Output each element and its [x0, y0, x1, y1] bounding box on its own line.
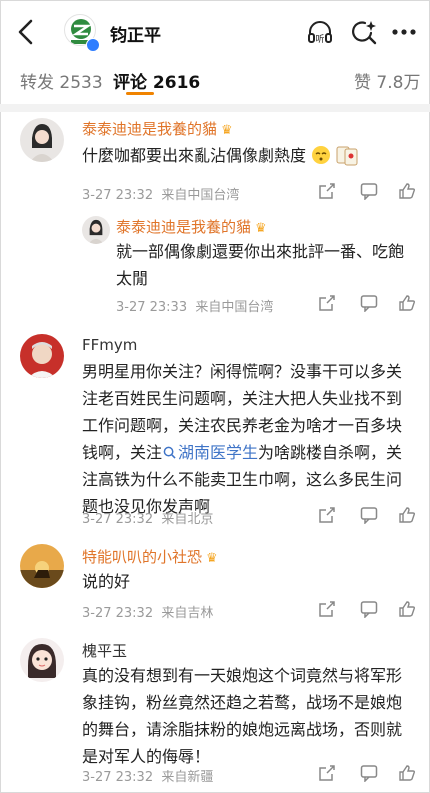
tab-likes[interactable]: 赞 7.8万 [354, 68, 420, 93]
like-icon[interactable] [398, 506, 416, 524]
listen-icon[interactable]: 听 [306, 18, 334, 46]
ai-search-icon[interactable] [350, 18, 378, 46]
tab-bar: 转发 2533 评论 2616 赞 7.8万 [0, 64, 430, 98]
crown-badge-icon: ♛ [206, 551, 218, 566]
reply-commenter-name[interactable]: 泰泰迪迪是我養的貓 ♛ [116, 216, 267, 237]
reply-meta: 3-27 23:33 来自中国台湾 [116, 300, 274, 315]
crown-badge-icon: ♛ [221, 123, 233, 138]
reply-icon[interactable] [360, 294, 378, 312]
comment-meta: 3-27 23:32 来自新疆 [82, 770, 214, 785]
comment-actions [318, 600, 418, 620]
share-icon[interactable] [318, 506, 336, 524]
commenter-name[interactable]: 泰泰迪迪是我養的貓 ♛ [82, 118, 233, 139]
reply-icon[interactable] [360, 764, 378, 782]
page-title: 钧正平 [110, 26, 161, 46]
comment-text: 男明星用你关注？闲得慌啊？没事干可以多关注老百姓民生问题啊，关注大把人失业找不到… [82, 362, 403, 516]
comment-text: 说的好 [82, 572, 131, 591]
avatar[interactable] [20, 638, 64, 682]
reply-text: 就一部偶像劇還要你出來批評一番、吃飽太閒 [116, 242, 405, 288]
comment-text: 什麼咖都要出來亂沾偶像劇熱度 [82, 142, 412, 169]
comment-meta: 3-27 23:32 来自吉林 [82, 606, 214, 621]
verified-badge-icon [86, 38, 100, 52]
listen-label: 听 [315, 34, 324, 45]
mahjong-sticker-icon [336, 146, 358, 166]
divider [0, 104, 430, 112]
reply-icon[interactable] [360, 182, 378, 200]
comment-actions [318, 182, 418, 202]
topic-link[interactable]: 湖南医学生 [162, 443, 258, 462]
tab-repost[interactable]: 转发 2533 [20, 68, 103, 93]
like-icon[interactable] [398, 294, 416, 312]
share-icon[interactable] [318, 764, 336, 782]
like-icon[interactable] [398, 600, 416, 618]
top-bar: 钧正平 听 [0, 0, 430, 64]
reply-icon[interactable] [360, 600, 378, 618]
sleepy-emoji-icon [312, 146, 331, 164]
search-icon [163, 446, 176, 459]
back-chevron-icon[interactable] [14, 18, 38, 46]
avatar[interactable] [20, 118, 64, 162]
avatar[interactable] [20, 334, 64, 378]
avatar[interactable] [20, 544, 64, 588]
more-icon[interactable] [390, 18, 418, 46]
crown-badge-icon: ♛ [255, 221, 267, 236]
comment-actions [318, 764, 418, 784]
avatar[interactable] [82, 216, 110, 244]
share-icon[interactable] [318, 294, 336, 312]
comment-actions [318, 506, 418, 526]
active-tab-indicator [126, 92, 154, 95]
share-icon[interactable] [318, 182, 336, 200]
comment-text: 真的没有想到有一天娘炮这个词竟然与将军形象挂钩，粉丝竟然还趋之若鹜，战场不是娘炮… [82, 666, 403, 766]
commenter-name[interactable]: FFmym [82, 336, 137, 354]
commenter-name[interactable]: 槐平玉 [82, 640, 127, 661]
comment-meta: 3-27 23:32 来自北京 [82, 512, 214, 527]
commenter-name-text: 泰泰迪迪是我養的貓 [82, 120, 218, 138]
share-icon[interactable] [318, 600, 336, 618]
like-icon[interactable] [398, 764, 416, 782]
reply-actions [318, 294, 418, 314]
tab-comments[interactable]: 评论 2616 [113, 68, 200, 93]
like-icon[interactable] [398, 182, 416, 200]
reply-icon[interactable] [360, 506, 378, 524]
comment-meta: 3-27 23:32 来自中国台湾 [82, 188, 240, 203]
commenter-name[interactable]: 特能叭叭的小社恐 ♛ [82, 546, 218, 567]
